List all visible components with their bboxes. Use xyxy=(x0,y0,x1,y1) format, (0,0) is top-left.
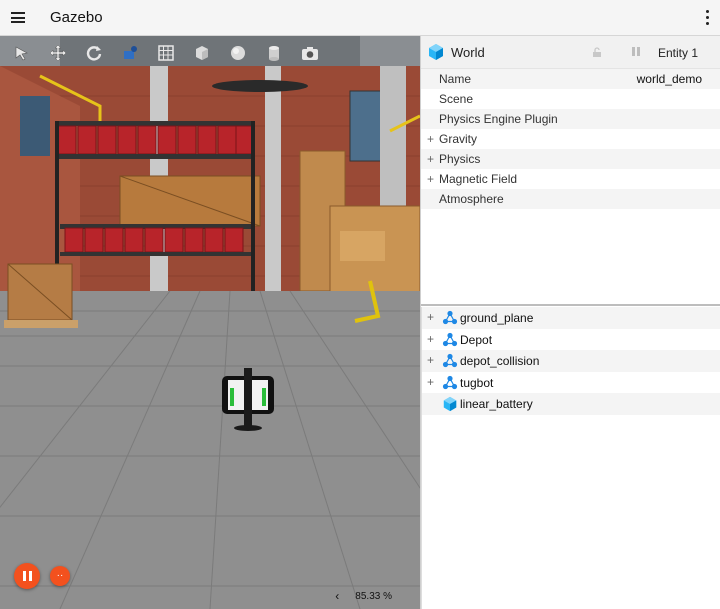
translate-tool-icon xyxy=(49,44,67,62)
title-bar: Gazebo xyxy=(0,0,720,36)
component-label: Magnetic Field xyxy=(439,172,518,186)
component-inspector-header: World Entity 1 xyxy=(421,36,720,69)
component-label: Name xyxy=(439,72,472,86)
component-label: Physics xyxy=(439,152,481,166)
cylinder-shape-icon xyxy=(269,46,279,61)
expand-plus-icon[interactable]: + xyxy=(427,375,434,389)
inspector-title: World xyxy=(451,44,485,60)
expand-plus-icon[interactable]: + xyxy=(427,132,434,146)
more-options-icon[interactable] xyxy=(704,10,710,26)
world-stats: ‹ 85.33 % xyxy=(335,589,392,603)
model-icon xyxy=(442,310,458,325)
grid-config-button[interactable] xyxy=(148,36,184,70)
scene-toolbar xyxy=(0,36,420,70)
pause-button[interactable] xyxy=(14,563,40,589)
select-tool-button[interactable] xyxy=(4,36,40,70)
select-tool-icon xyxy=(15,46,28,61)
panel-splitter[interactable] xyxy=(421,304,720,306)
playback-controls: ·· xyxy=(14,563,70,589)
component-gravity[interactable]: + Gravity xyxy=(421,129,720,149)
tree-item-depot[interactable]: + Depot xyxy=(422,329,720,351)
real-time-factor: 85.33 % xyxy=(355,590,392,602)
model-icon xyxy=(442,332,458,346)
tree-item-label: ground_plane xyxy=(460,311,534,325)
entity-cube-icon xyxy=(443,396,457,412)
expand-plus-icon[interactable]: + xyxy=(427,332,434,346)
sphere-shape-icon xyxy=(231,46,245,60)
pause-updates-icon[interactable] xyxy=(631,46,641,58)
app-title: Gazebo xyxy=(50,9,103,26)
component-label: Gravity xyxy=(439,132,478,146)
model-icon xyxy=(442,375,458,389)
transform-control-icon xyxy=(124,46,137,59)
tree-item-tugbot[interactable]: + tugbot xyxy=(422,372,720,394)
lock-icon[interactable] xyxy=(591,46,603,58)
entity-id-label: Entity 1 xyxy=(657,46,698,60)
expand-plus-icon[interactable]: + xyxy=(427,353,434,367)
transform-control-button[interactable] xyxy=(112,36,148,70)
tree-item-ground-plane[interactable]: + ground_plane xyxy=(422,307,720,329)
world-name-value: world_demo xyxy=(636,72,702,86)
scene-3d-viewport[interactable]: ·· ‹ 85.33 % xyxy=(0,36,420,609)
cylinder-shape-button[interactable] xyxy=(256,36,292,70)
box-shape-button[interactable] xyxy=(184,36,220,70)
rotate-tool-icon xyxy=(86,46,102,61)
step-button[interactable]: ·· xyxy=(50,566,70,586)
entity-tree: + ground_plane + Depot + depot_collision xyxy=(421,307,720,609)
screenshot-camera-icon xyxy=(302,47,318,60)
component-magnetic-field[interactable]: + Magnetic Field xyxy=(421,169,720,189)
right-panel: World Entity 1 Name world_demo Scene Phy… xyxy=(420,36,720,609)
component-label: Atmosphere xyxy=(439,192,504,206)
rotate-tool-button[interactable] xyxy=(76,36,112,70)
tree-item-label: Depot xyxy=(460,332,493,347)
warehouse-scene-render xyxy=(0,36,420,609)
world-cube-icon xyxy=(429,44,443,60)
tree-item-linear-battery[interactable]: linear_battery xyxy=(422,393,720,415)
tree-item-label: tugbot xyxy=(460,375,494,390)
component-list: Name world_demo Scene Physics Engine Plu… xyxy=(421,69,720,209)
component-physics[interactable]: + Physics xyxy=(421,149,720,169)
sphere-shape-button[interactable] xyxy=(220,36,256,70)
menu-button[interactable] xyxy=(0,0,36,36)
screenshot-button[interactable] xyxy=(292,36,328,70)
component-label: Scene xyxy=(439,92,474,106)
model-icon xyxy=(442,353,458,368)
grid-config-icon xyxy=(158,45,174,61)
component-label: Physics Engine Plugin xyxy=(439,112,558,126)
component-scene[interactable]: Scene xyxy=(421,89,720,109)
stats-collapse-chevron-icon[interactable]: ‹ xyxy=(335,589,339,603)
expand-plus-icon[interactable]: + xyxy=(427,172,434,186)
translate-tool-button[interactable] xyxy=(40,36,76,70)
tree-item-label: linear_battery xyxy=(460,397,533,411)
hamburger-icon xyxy=(11,12,25,23)
tree-item-depot-collision[interactable]: + depot_collision xyxy=(422,350,720,372)
expand-plus-icon[interactable]: + xyxy=(427,310,434,324)
expand-plus-icon[interactable]: + xyxy=(427,152,434,166)
component-name[interactable]: Name world_demo xyxy=(421,69,720,89)
box-shape-icon xyxy=(196,46,208,60)
component-physics-engine-plugin[interactable]: Physics Engine Plugin xyxy=(421,109,720,129)
component-atmosphere[interactable]: Atmosphere xyxy=(421,189,720,209)
tree-item-label: depot_collision xyxy=(460,354,540,368)
